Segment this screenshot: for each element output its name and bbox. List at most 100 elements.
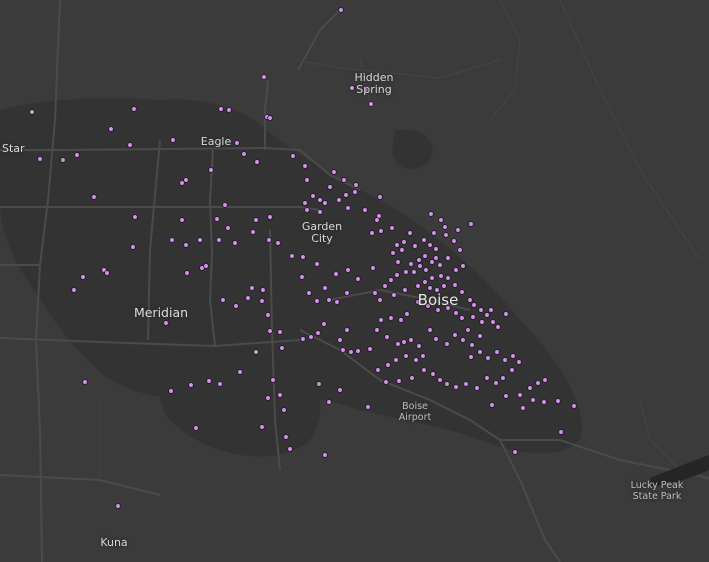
map-point-marker[interactable] <box>349 85 355 91</box>
map-point-marker[interactable] <box>408 261 414 267</box>
map-point-marker[interactable] <box>389 225 395 231</box>
map-point-marker[interactable] <box>377 297 383 303</box>
map-point-marker[interactable] <box>484 312 490 318</box>
map-point-marker[interactable] <box>431 230 437 236</box>
map-point-marker[interactable] <box>322 452 328 458</box>
map-point-marker[interactable] <box>395 341 401 347</box>
map-point-marker[interactable] <box>300 254 306 260</box>
map-point-marker[interactable] <box>374 327 380 333</box>
map-point-marker[interactable] <box>416 343 422 349</box>
map-point-marker[interactable] <box>399 247 405 253</box>
map-point-marker[interactable] <box>453 384 459 390</box>
map-point-marker[interactable] <box>510 353 516 359</box>
map-point-marker[interactable] <box>261 74 267 80</box>
map-point-marker[interactable] <box>502 357 508 363</box>
map-point-marker[interactable] <box>407 230 413 236</box>
map-point-marker[interactable] <box>378 228 384 234</box>
map-point-marker[interactable] <box>232 240 238 246</box>
map-point-marker[interactable] <box>420 353 426 359</box>
map-point-marker[interactable] <box>327 184 333 190</box>
map-point-marker[interactable] <box>571 403 577 409</box>
map-point-marker[interactable] <box>453 310 459 316</box>
map-point-marker[interactable] <box>442 224 448 230</box>
map-point-marker[interactable] <box>314 261 320 267</box>
map-point-marker[interactable] <box>337 337 343 343</box>
map-point-marker[interactable] <box>355 276 361 282</box>
map-point-marker[interactable] <box>390 250 396 256</box>
map-point-marker[interactable] <box>485 355 491 361</box>
map-point-marker[interactable] <box>434 287 440 293</box>
map-point-marker[interactable] <box>468 221 474 227</box>
map-point-marker[interactable] <box>370 265 376 271</box>
map-point-marker[interactable] <box>402 287 408 293</box>
map-point-marker[interactable] <box>393 357 399 363</box>
map-point-marker[interactable] <box>377 194 383 200</box>
map-point-marker[interactable] <box>216 237 222 243</box>
map-point-marker[interactable] <box>234 140 240 146</box>
map-point-marker[interactable] <box>316 381 322 387</box>
map-point-marker[interactable] <box>74 152 80 158</box>
map-point-marker[interactable] <box>233 303 239 309</box>
map-point-marker[interactable] <box>317 197 323 203</box>
map-point-marker[interactable] <box>367 346 373 352</box>
map-point-marker[interactable] <box>193 425 199 431</box>
map-point-marker[interactable] <box>509 367 515 373</box>
map-point-marker[interactable] <box>404 311 410 317</box>
map-point-marker[interactable] <box>445 255 451 261</box>
map-point-marker[interactable] <box>290 153 296 159</box>
map-point-marker[interactable] <box>132 214 138 220</box>
map-point-marker[interactable] <box>490 319 496 325</box>
map-point-marker[interactable] <box>208 167 214 173</box>
map-point-marker[interactable] <box>374 217 380 223</box>
map-view[interactable]: Hidden Spring Star Eagle Garden City Boi… <box>0 0 709 562</box>
map-point-marker[interactable] <box>460 337 466 343</box>
map-point-marker[interactable] <box>80 274 86 280</box>
map-point-marker[interactable] <box>308 334 314 340</box>
map-point-marker[interactable] <box>163 320 169 326</box>
map-point-marker[interactable] <box>530 397 536 403</box>
map-point-marker[interactable] <box>352 189 358 195</box>
map-point-marker[interactable] <box>334 299 340 305</box>
map-point-marker[interactable] <box>368 101 374 107</box>
map-point-marker[interactable] <box>427 327 433 333</box>
map-point-marker[interactable] <box>489 402 495 408</box>
map-point-marker[interactable] <box>287 446 293 452</box>
map-point-marker[interactable] <box>411 269 417 275</box>
map-point-marker[interactable] <box>363 87 369 93</box>
map-point-marker[interactable] <box>415 283 421 289</box>
map-point-marker[interactable] <box>558 429 564 435</box>
map-point-marker[interactable] <box>322 285 328 291</box>
map-point-marker[interactable] <box>267 214 273 220</box>
map-point-marker[interactable] <box>469 342 475 348</box>
map-point-marker[interactable] <box>453 267 459 273</box>
map-point-marker[interactable] <box>385 362 391 368</box>
map-point-marker[interactable] <box>127 142 133 148</box>
map-point-marker[interactable] <box>299 274 305 280</box>
map-point-marker[interactable] <box>321 321 327 327</box>
map-point-marker[interactable] <box>314 298 320 304</box>
map-point-marker[interactable] <box>388 277 394 283</box>
map-point-marker[interactable] <box>395 259 401 265</box>
map-point-marker[interactable] <box>433 246 439 252</box>
map-point-marker[interactable] <box>71 287 77 293</box>
map-point-marker[interactable] <box>417 263 423 269</box>
map-point-marker[interactable] <box>29 109 35 115</box>
map-point-marker[interactable] <box>168 388 174 394</box>
map-point-marker[interactable] <box>423 267 429 273</box>
map-point-marker[interactable] <box>451 238 457 244</box>
map-point-marker[interactable] <box>494 349 500 355</box>
map-point-marker[interactable] <box>467 297 473 303</box>
map-point-marker[interactable] <box>237 369 243 375</box>
map-point-marker[interactable] <box>265 312 271 318</box>
map-point-marker[interactable] <box>425 303 431 309</box>
map-point-marker[interactable] <box>512 449 518 455</box>
map-point-marker[interactable] <box>459 315 465 321</box>
map-point-marker[interactable] <box>302 163 308 169</box>
map-point-marker[interactable] <box>403 353 409 359</box>
map-point-marker[interactable] <box>270 377 276 383</box>
map-point-marker[interactable] <box>437 262 443 268</box>
map-point-marker[interactable] <box>391 292 397 298</box>
map-point-marker[interactable] <box>37 156 43 162</box>
map-point-marker[interactable] <box>541 399 547 405</box>
map-point-marker[interactable] <box>306 290 312 296</box>
